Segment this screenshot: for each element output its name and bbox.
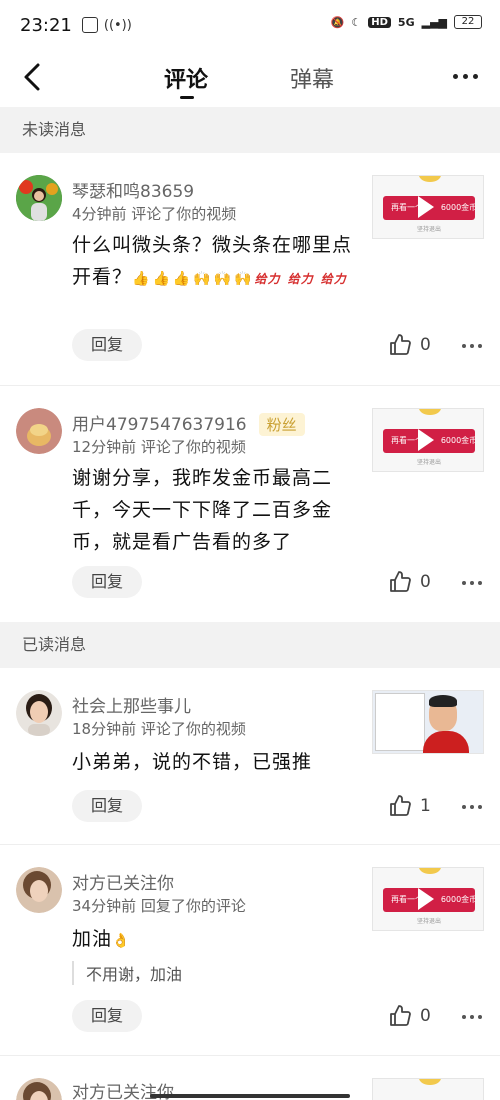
mute-icon: 🔕	[330, 15, 345, 29]
like-button[interactable]: 0	[388, 570, 431, 594]
avatar[interactable]	[16, 1078, 62, 1100]
comment-item: 社会上那些事儿 18分钟前 评论了你的视频 小弟弟，说的不错，已强推 回复 1	[0, 668, 500, 844]
like-button[interactable]: 0	[388, 1004, 431, 1028]
comment-meta: 34分钟前 回复了你的评论	[72, 897, 246, 915]
thumbs-up-icon: 👍	[132, 271, 151, 287]
home-indicator[interactable]	[150, 1094, 350, 1098]
quoted-reply: 不用谢，加油	[72, 961, 182, 985]
hd-badge: HD	[368, 16, 391, 28]
coin-icon	[419, 409, 441, 415]
coin-icon	[419, 1079, 441, 1085]
raised-hands-icon: 🙌	[213, 271, 233, 287]
thumbs-up-outline-icon	[390, 571, 411, 592]
sticker-geili: 给力	[320, 272, 347, 286]
video-thumbnail[interactable]	[372, 690, 484, 754]
play-icon	[418, 429, 434, 451]
avatar[interactable]	[16, 408, 62, 454]
status-bar: 23:21 ((•)) 🔕 ☾ HD 5G ▂▄▆ 22	[0, 0, 500, 50]
comment-more-icon[interactable]	[462, 805, 482, 809]
play-icon	[418, 196, 434, 218]
comment-more-icon[interactable]	[462, 1015, 482, 1019]
reply-button[interactable]: 回复	[72, 790, 142, 822]
avatar[interactable]	[16, 867, 62, 913]
username[interactable]: 用户4797547637916 粉丝	[72, 410, 305, 436]
like-count: 0	[420, 572, 431, 592]
like-count: 0	[420, 1006, 431, 1026]
back-arrow-icon[interactable]	[18, 62, 48, 92]
like-button[interactable]: 0	[388, 333, 431, 357]
status-time: 23:21	[20, 14, 72, 36]
play-icon	[418, 888, 434, 910]
tab-barrage[interactable]: 弹幕	[290, 62, 334, 94]
username[interactable]: 对方已关注你	[72, 869, 174, 894]
reply-button[interactable]: 回复	[72, 566, 142, 598]
comment-item: 对方已关注你 34分钟前 回复了你的评论 加油👌 不用谢，加油 再看一个 600…	[0, 845, 500, 1055]
moon-icon: ☾	[351, 15, 362, 29]
section-header-read: 已读消息	[0, 622, 500, 668]
top-nav: 评论 弹幕	[0, 50, 500, 106]
comment-item: 琴瑟和鸣83659 4分钟前 评论了你的视频 什么叫微头条？微头条在哪里点开看？…	[0, 153, 500, 385]
avatar[interactable]	[16, 175, 62, 221]
video-thumbnail[interactable]	[372, 1078, 484, 1100]
comment-text: 小弟弟，说的不错，已强推	[72, 751, 313, 773]
thumbs-up-icon: 👍	[172, 271, 192, 287]
comment-meta: 18分钟前 评论了你的视频	[72, 720, 246, 738]
avatar[interactable]	[16, 690, 62, 736]
signal-broadcast-icon: ((•))	[103, 17, 132, 33]
network-label: 5G	[397, 15, 415, 29]
section-header-unread: 未读消息	[0, 107, 500, 153]
thumbs-up-outline-icon	[390, 334, 411, 355]
comment-more-icon[interactable]	[462, 581, 482, 585]
video-thumbnail[interactable]: 再看一个 6000金币 坚持退出	[372, 867, 484, 931]
coin-icon	[419, 176, 441, 182]
active-tab-indicator	[180, 96, 194, 99]
thumbs-up-outline-icon	[390, 1005, 411, 1026]
comment-meta: 12分钟前 评论了你的视频	[72, 438, 246, 456]
like-count: 0	[420, 335, 431, 355]
battery-icon: 22	[454, 15, 482, 29]
app-notification-icon	[81, 17, 98, 33]
like-count: 1	[420, 796, 431, 816]
comment-text: 什么叫微头条？微头条在哪里点开看？👍 👍 👍 🙌 🙌 🙌 给力 给力 给力	[72, 229, 357, 295]
username[interactable]: 琴瑟和鸣83659	[72, 177, 194, 202]
raised-hands-icon: 🙌	[193, 271, 212, 287]
thumbs-up-outline-icon	[390, 795, 411, 816]
like-button[interactable]: 1	[388, 794, 431, 818]
username[interactable]: 社会上那些事儿	[72, 692, 191, 717]
reply-button[interactable]: 回复	[72, 329, 142, 361]
signal-bars-icon: ▂▄▆	[421, 15, 447, 29]
comment-text: 谢谢分享，我昨发金币最高二千，今天一下下降了二百多金币，就是看广告看的多了	[72, 467, 333, 553]
comment-more-icon[interactable]	[462, 344, 482, 348]
reply-button[interactable]: 回复	[72, 1000, 142, 1032]
raised-hands-icon: 🙌	[234, 271, 253, 287]
tab-comments[interactable]: 评论	[164, 62, 208, 94]
video-thumbnail[interactable]: 再看一个 6000金币 坚持退出	[372, 175, 484, 239]
coin-icon	[419, 868, 441, 874]
video-thumbnail[interactable]: 再看一个 6000金币 坚持退出	[372, 408, 484, 472]
ok-hand-icon: 👌	[112, 933, 131, 949]
comment-text: 加油👌	[72, 923, 357, 957]
more-options-icon[interactable]	[453, 74, 478, 79]
comment-item: 用户4797547637916 粉丝 12分钟前 评论了你的视频 谢谢分享，我昨发…	[0, 386, 500, 622]
sticker-geili: 给力	[254, 272, 281, 286]
fan-badge: 粉丝	[258, 413, 305, 436]
sticker-geili: 给力	[287, 272, 314, 286]
comment-meta: 4分钟前 评论了你的视频	[72, 205, 237, 223]
thumbs-up-icon: 👍	[152, 271, 171, 287]
